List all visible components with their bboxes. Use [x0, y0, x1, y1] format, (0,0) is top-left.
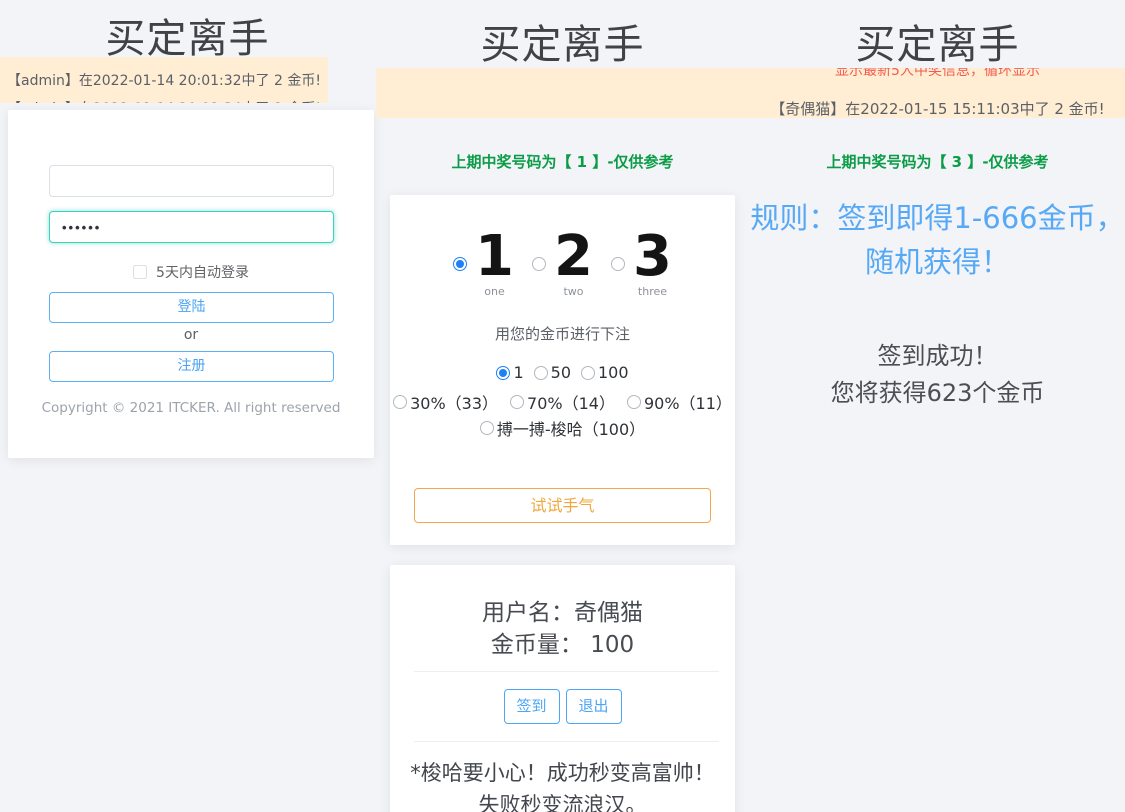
login-button[interactable]: 登陆: [49, 292, 334, 323]
percent-option-row: 30%（33） 70%（14） 90%（11）: [390, 390, 735, 414]
percent-label: 70%（14）: [527, 390, 615, 414]
winner-notice-bar: [376, 68, 750, 118]
percent-option-90[interactable]: 90%（11）: [627, 390, 732, 414]
percent-label: 90%（11）: [644, 390, 732, 414]
login-card: 5天内自动登录 登陆 or 注册 Copyright © 2021 ITCKER…: [8, 110, 374, 458]
rule-line-1: 规则：签到即得1-666金币，: [750, 201, 1124, 235]
username-input[interactable]: [49, 165, 334, 197]
username-line: 用户名：奇偶猫: [390, 593, 735, 627]
last-winning-number: 上期中奖号码为【 3 】-仅供参考: [750, 151, 1125, 172]
bet-prompt: 用您的金币进行下注: [390, 323, 735, 344]
winner-notice: 【奇偶猫】在2022-01-15 15:11:03中了 2 金币!: [750, 98, 1125, 118]
bet-card: 1 one 2 two 3 three 用您的金币进行下注: [390, 195, 735, 545]
radio-icon[interactable]: [611, 257, 625, 271]
radio-icon[interactable]: [532, 257, 546, 271]
password-input[interactable]: [49, 211, 334, 243]
radio-icon[interactable]: [627, 395, 641, 409]
number-label: 3: [633, 230, 672, 283]
last-winning-number: 上期中奖号码为【 1 】-仅供参考: [375, 151, 750, 172]
radio-icon[interactable]: [393, 395, 407, 409]
rule-line-2: 随机获得！: [865, 245, 1010, 279]
shuoha-warning: *梭哈要小心！成功秒变高富帅！ 失败秒变流浪汉。: [390, 757, 735, 812]
allin-option[interactable]: 搏一搏-梭哈（100）: [480, 416, 645, 440]
marquee-hint: 显示最新5人中奖信息，循环显示: [750, 68, 1125, 80]
checkin-result: 签到成功！ 您将获得623个金币: [750, 338, 1125, 412]
page-title: 买定离手: [375, 12, 750, 70]
rule-text: 规则：签到即得1-666金币， 随机获得！: [750, 196, 1125, 284]
radio-icon[interactable]: [453, 257, 467, 271]
percent-label: 30%（33）: [410, 390, 498, 414]
amount-option-100[interactable]: 100: [581, 363, 629, 382]
or-label: or: [8, 327, 374, 343]
reward-line: 您将获得623个金币: [831, 379, 1045, 407]
amount-label: 100: [598, 363, 629, 382]
amount-label: 1: [513, 363, 523, 382]
warning-line-1: *梭哈要小心！成功秒变高富帅！: [410, 761, 715, 785]
radio-icon[interactable]: [581, 366, 595, 380]
auto-login-row: 5天内自动登录: [8, 262, 374, 282]
radio-icon[interactable]: [496, 366, 510, 380]
panel-login: 买定离手 【admin】在2022-01-14 20:01:32中了 2 金币!…: [0, 0, 375, 812]
panel-checkin: 买定离手 显示最新5人中奖信息，循环显示 【奇偶猫】在2022-01-15 15…: [750, 0, 1125, 812]
warning-line-2: 失败秒变流浪汉。: [479, 793, 647, 812]
winner-notice: 【admin】在2022-01-14 20:01:32中了 2 金币!: [0, 70, 328, 90]
checkin-button[interactable]: 签到: [504, 689, 560, 724]
user-button-row: 签到 退出: [390, 689, 735, 724]
register-button[interactable]: 注册: [49, 351, 334, 382]
try-luck-button[interactable]: 试试手气: [414, 488, 711, 523]
number-caption: two: [563, 285, 583, 298]
amount-label: 50: [551, 363, 571, 382]
page-title: 买定离手: [750, 12, 1125, 70]
number-label: 1: [475, 230, 514, 283]
number-radio-group: 1 one 2 two 3 three: [390, 230, 735, 298]
copyright-text: Copyright © 2021 ITCKER. All right reser…: [8, 400, 374, 416]
radio-icon[interactable]: [534, 366, 548, 380]
coins-line: 金币量： 100: [390, 625, 735, 659]
amount-option-row: 1 50 100: [390, 363, 735, 382]
winner-notice-bar: 【admin】在2022-01-14 20:01:32中了 2 金币! 【adm…: [0, 57, 328, 103]
percent-option-30[interactable]: 30%（33）: [393, 390, 498, 414]
checkin-success-line: 签到成功！: [878, 342, 998, 370]
number-option-3[interactable]: 3 three: [611, 230, 672, 298]
amount-option-1[interactable]: 1: [496, 363, 523, 382]
allin-label: 搏一搏-梭哈（100）: [497, 416, 645, 440]
user-card: 用户名：奇偶猫 金币量： 100 签到 退出 *梭哈要小心！成功秒变高富帅！ 失…: [390, 565, 735, 812]
number-option-1[interactable]: 1 one: [453, 230, 514, 298]
panel-betting: 买定离手 上期中奖号码为【 1 】-仅供参考 1 one 2 two: [375, 0, 750, 812]
page-title: 买定离手: [0, 6, 375, 64]
divider: [414, 671, 719, 672]
number-option-2[interactable]: 2 two: [532, 230, 593, 298]
winner-notice: 【admin】在2022-01-14 20:01:34中了 2 金币!: [0, 98, 328, 103]
winner-notice-bar: 显示最新5人中奖信息，循环显示 【奇偶猫】在2022-01-15 15:11:0…: [750, 68, 1125, 118]
percent-option-70[interactable]: 70%（14）: [510, 390, 615, 414]
radio-icon[interactable]: [480, 421, 494, 435]
divider: [414, 741, 719, 742]
logout-button[interactable]: 退出: [566, 689, 622, 724]
auto-login-label: 5天内自动登录: [156, 262, 249, 282]
number-caption: three: [638, 285, 667, 298]
radio-icon[interactable]: [510, 395, 524, 409]
allin-option-row: 搏一搏-梭哈（100）: [390, 416, 735, 440]
auto-login-checkbox[interactable]: [133, 265, 147, 279]
amount-option-50[interactable]: 50: [534, 363, 571, 382]
number-label: 2: [554, 230, 593, 283]
number-caption: one: [484, 285, 504, 298]
